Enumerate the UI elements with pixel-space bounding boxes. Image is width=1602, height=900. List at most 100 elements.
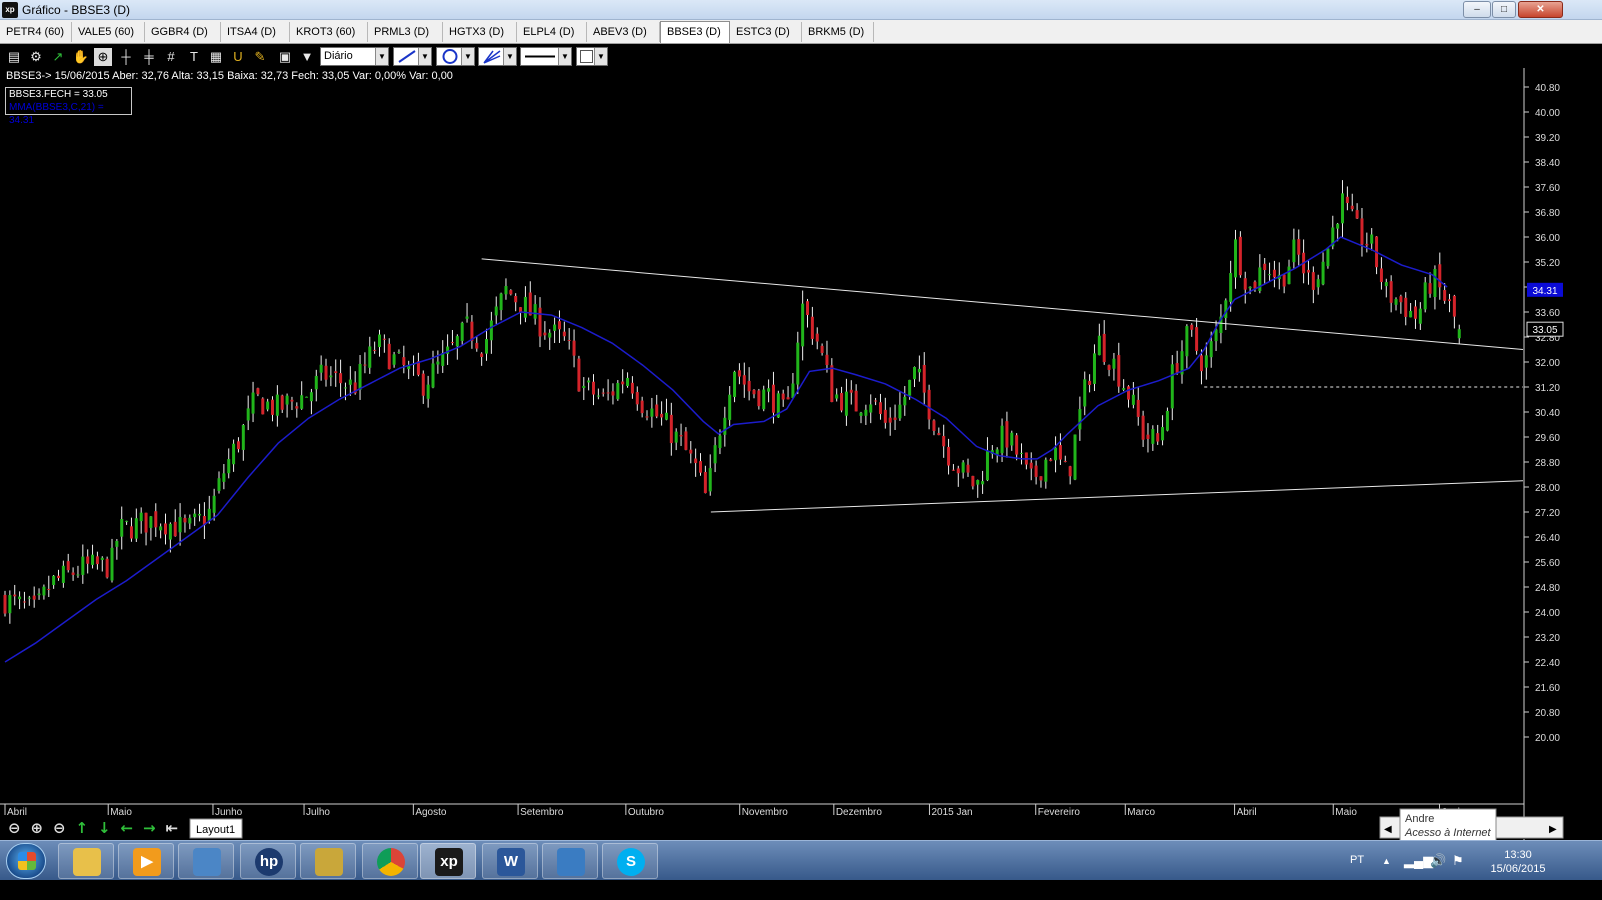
x-tick-label: Maio: [110, 807, 132, 818]
taskbar-app-xp[interactable]: xp: [420, 843, 476, 879]
text-tool-icon[interactable]: T: [185, 48, 203, 66]
x-tick-label: Julho: [306, 807, 330, 818]
candle-body: [859, 412, 863, 416]
start-button[interactable]: [6, 843, 46, 879]
filter-icon[interactable]: ▼: [298, 48, 316, 66]
tab-hgtx3[interactable]: HGTX3 (D): [443, 22, 517, 42]
trendline[interactable]: [710, 480, 1524, 513]
candle-body: [1423, 282, 1427, 310]
taskbar-app-folder[interactable]: [300, 843, 356, 879]
candle-body: [431, 363, 435, 388]
eraser-icon[interactable]: ✎: [251, 48, 269, 66]
candle-body: [173, 521, 177, 537]
price-chart[interactable]: 40.80 40.00 39.20 38.40 37.60 36.80 36.00 35.20…: [0, 68, 1602, 840]
paste-icon[interactable]: ▣: [276, 48, 294, 66]
draw-line-icon[interactable]: ↗: [49, 48, 67, 66]
tab-ggbr4[interactable]: GGBR4 (D): [145, 22, 221, 42]
chart-type-icon[interactable]: ▤: [5, 48, 23, 66]
hand-pan-icon[interactable]: ✋: [72, 48, 90, 66]
candle-body: [489, 320, 493, 341]
volume-icon[interactable]: 🔊: [1430, 853, 1446, 869]
tab-bbse3[interactable]: BBSE3 (D): [660, 21, 730, 43]
calculator-icon[interactable]: ▦: [207, 48, 225, 66]
signal-bars-icon[interactable]: ▂▄▆: [1404, 853, 1433, 869]
taskbar-app-hp[interactable]: hp: [240, 843, 296, 879]
taskbar-app-network[interactable]: [178, 843, 234, 879]
tab-petr4[interactable]: PETR4 (60): [0, 22, 72, 42]
tab-estc3[interactable]: ESTC3 (D): [730, 22, 802, 42]
magnet-icon[interactable]: U: [229, 48, 247, 66]
zoom-out-icon[interactable]: ⊖: [53, 819, 66, 837]
candle-body: [319, 364, 323, 373]
candle-body: [684, 431, 688, 450]
candle-body: [1311, 272, 1315, 290]
tab-itsa4[interactable]: ITSA4 (D): [221, 22, 290, 42]
candle-body: [810, 316, 814, 339]
candle-body: [1039, 476, 1043, 481]
candle-body: [460, 322, 464, 341]
candle-body: [742, 375, 746, 385]
shape-tool-dropdown[interactable]: ▼: [436, 47, 475, 66]
candle-body: [1000, 425, 1004, 454]
clock-date: 15/06/2015: [1490, 863, 1546, 875]
minimize-button[interactable]: –: [1463, 1, 1491, 18]
zoom-in-icon[interactable]: ⊕: [31, 819, 44, 837]
candle-body: [256, 388, 260, 395]
clock[interactable]: 13:30 15/06/2015: [1478, 848, 1558, 876]
scroll-left-arrow[interactable]: ◀: [1384, 824, 1392, 835]
settings-gear-icon[interactable]: ⚙: [27, 48, 45, 66]
period-dropdown[interactable]: Diário ▼: [320, 47, 389, 66]
close-button[interactable]: ✕: [1518, 1, 1563, 18]
candle-body: [713, 445, 717, 464]
tab-abev3[interactable]: ABEV3 (D): [587, 22, 660, 42]
quote-info-line: BBSE3-> 15/06/2015 Aber: 32,76 Alta: 33,…: [6, 70, 453, 82]
trendline[interactable]: [481, 258, 1524, 350]
tab-brkm5[interactable]: BRKM5 (D): [802, 22, 874, 42]
candle-body: [655, 404, 659, 417]
taskbar-app-word[interactable]: W: [482, 843, 538, 879]
tab-elpl4[interactable]: ELPL4 (D): [517, 22, 587, 42]
crosshair-icon[interactable]: ┼: [117, 48, 135, 66]
line-tool-dropdown[interactable]: ▼: [393, 47, 432, 66]
candle-body: [66, 561, 70, 571]
candle-body: [382, 338, 386, 340]
language-indicator[interactable]: PT: [1350, 854, 1364, 866]
chevron-down-icon: ▼: [375, 48, 388, 65]
candle-body: [762, 389, 766, 410]
candle-body: [139, 512, 143, 522]
candle-body: [1088, 380, 1092, 385]
maximize-button[interactable]: □: [1492, 1, 1516, 18]
fib-tool-dropdown[interactable]: ▼: [478, 47, 517, 66]
candle-body: [1345, 196, 1349, 204]
action-center-flag-icon[interactable]: ⚑: [1452, 853, 1464, 869]
candle-body: [1214, 329, 1218, 342]
candle-body: [611, 391, 615, 396]
candle-body: [708, 468, 712, 492]
zoom-reset-icon[interactable]: ⊖: [8, 819, 21, 837]
chart-legend: BBSE3.FECH = 33.05 MMA(BBSE3,C,21) = 34.…: [5, 87, 132, 126]
taskbar-app-media-player[interactable]: ▶: [118, 843, 174, 879]
hash-icon[interactable]: #: [162, 48, 180, 66]
scroll-right-arrow[interactable]: ▶: [1549, 824, 1557, 835]
taskbar-app-file-explorer[interactable]: [58, 843, 114, 879]
tab-krot3[interactable]: KROT3 (60): [290, 22, 368, 42]
parallel-lines-icon[interactable]: ╪: [140, 48, 158, 66]
candle-body: [1131, 394, 1135, 405]
zoom-area-icon[interactable]: ⊕: [94, 48, 112, 66]
candle-body: [61, 565, 65, 583]
tab-vale5[interactable]: VALE5 (60): [72, 22, 145, 42]
scroll-up-icon[interactable]: ↑: [76, 819, 89, 837]
show-hidden-icons-icon[interactable]: ▲: [1382, 856, 1391, 866]
scroll-right-icon[interactable]: →: [143, 819, 156, 837]
candle-body: [1316, 279, 1320, 288]
taskbar-app-photo-viewer[interactable]: [542, 843, 598, 879]
scroll-end-icon[interactable]: ⇤: [166, 819, 179, 837]
line-style-dropdown[interactable]: ▼: [520, 47, 572, 66]
scroll-down-icon[interactable]: ↓: [98, 819, 111, 837]
color-dropdown[interactable]: ▼: [576, 47, 608, 66]
scroll-left-icon[interactable]: ←: [121, 819, 134, 837]
candle-body: [81, 556, 85, 575]
taskbar-app-chrome[interactable]: [362, 843, 418, 879]
tab-prml3[interactable]: PRML3 (D): [368, 22, 443, 42]
taskbar-app-skype[interactable]: S: [602, 843, 658, 879]
